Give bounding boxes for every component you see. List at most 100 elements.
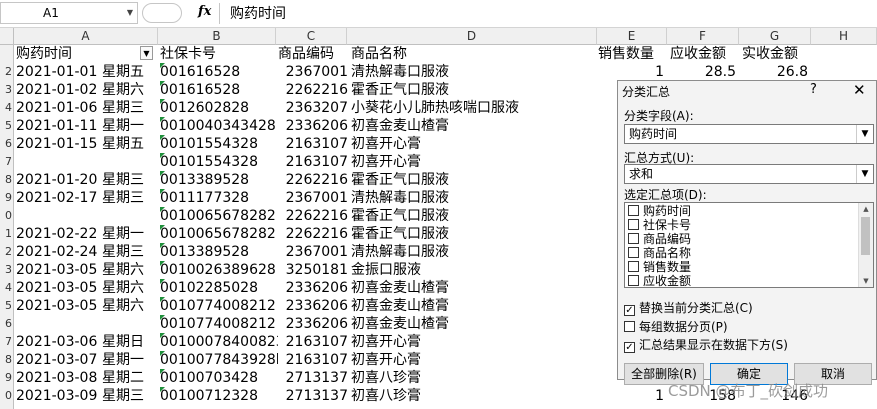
cell-product-name[interactable]: 霍香正气口服液 (351, 81, 596, 99)
column-header-h[interactable]: H (811, 28, 877, 45)
column-header-b[interactable]: B (158, 28, 276, 45)
column-header-e[interactable]: E (597, 28, 667, 45)
summary-function-select[interactable]: 求和 ▼ (624, 164, 874, 184)
cell-product-code[interactable]: 2262216 (278, 171, 348, 189)
cell-weekday[interactable] (102, 153, 158, 171)
checkbox[interactable] (628, 261, 639, 272)
checkbox[interactable]: ✓ (624, 305, 635, 316)
column-header-g[interactable]: G (739, 28, 811, 45)
cell-amount-due[interactable]: 28.5 (670, 63, 736, 81)
cell-product-name[interactable]: 初喜开心膏 (351, 333, 596, 351)
cell-card-no[interactable]: 00101554328 (160, 135, 278, 153)
formula-input[interactable]: 购药时间 (230, 3, 286, 23)
summary-item[interactable]: 应收金额 (628, 275, 691, 287)
cell-card-no[interactable]: 00100703428 (160, 369, 278, 387)
cell-product-code[interactable]: 2367001 (278, 243, 348, 261)
cell-date[interactable]: 2021-01-11 (16, 117, 100, 135)
formula-bar-handle[interactable] (142, 3, 182, 23)
cell-product-code[interactable]: 2363207 (278, 99, 348, 117)
cell-weekday[interactable]: 星期五 (102, 135, 158, 153)
cell-product-code[interactable]: 2713137 (278, 387, 348, 405)
cell-product-code[interactable]: 2262216 (278, 225, 348, 243)
page-break-option[interactable]: 每组数据分页(P) (624, 318, 728, 335)
checkbox[interactable] (628, 205, 639, 216)
cell-date[interactable]: 2021-02-24 (16, 243, 100, 261)
cell-card-no[interactable]: 0013389528 (160, 243, 278, 261)
replace-subtotals-option[interactable]: ✓ 替换当前分类汇总(C) (624, 299, 753, 316)
cell-product-code[interactable]: 2336206 (278, 315, 348, 333)
cell-card-no[interactable]: 001616528 (160, 63, 278, 81)
cell-date[interactable]: 2021-02-17 (16, 189, 100, 207)
cell-product-name[interactable]: 初喜金麦山楂膏 (351, 315, 596, 333)
cell-date[interactable]: 2021-03-05 (16, 297, 100, 315)
cell-product-name[interactable]: 初喜金麦山楂膏 (351, 117, 596, 135)
help-icon[interactable]: ? (810, 82, 817, 97)
cell-weekday[interactable]: 星期一 (102, 225, 158, 243)
column-header-d[interactable]: D (347, 28, 597, 45)
cell-card-no[interactable]: 0010774008212 (160, 297, 278, 315)
summary-item[interactable]: 商品编码 (628, 233, 691, 246)
cell-product-name[interactable]: 初喜开心膏 (351, 351, 596, 369)
filter-dropdown-icon[interactable]: ▼ (140, 46, 153, 60)
scroll-up-icon[interactable]: ▲ (859, 205, 873, 213)
cell-product-name[interactable]: 初喜金麦山楂膏 (351, 279, 596, 297)
cell-card-no[interactable]: 0010065678282 (160, 225, 278, 243)
chevron-down-icon[interactable]: ▼ (856, 165, 873, 183)
cell-weekday[interactable]: 星期五 (102, 63, 158, 81)
column-header-a[interactable]: A (14, 28, 158, 45)
cell-weekday[interactable]: 星期三 (102, 99, 158, 117)
cell-weekday[interactable]: 星期六 (102, 81, 158, 99)
cell-card-no[interactable]: 00100712328 (160, 387, 278, 405)
cell-card-no[interactable]: 00102285028 (160, 279, 278, 297)
cell-product-name[interactable]: 金振口服液 (351, 261, 596, 279)
cell-product-name[interactable]: 初喜八珍膏 (351, 369, 596, 387)
cell-amount-paid[interactable]: 26.8 (742, 63, 808, 81)
cell-card-no[interactable]: 0010065678282 (160, 207, 278, 225)
cell-date[interactable]: 2021-01-15 (16, 135, 100, 153)
summary-below-option[interactable]: ✓ 汇总结果显示在数据下方(S) (624, 336, 788, 353)
header-product-code[interactable]: 商品编码 (278, 45, 348, 63)
cell-product-code[interactable]: 2336206 (278, 297, 348, 315)
cell-date[interactable]: 2021-01-06 (16, 99, 100, 117)
cell-date[interactable] (16, 153, 100, 171)
cell-card-no[interactable]: 0012602828 (160, 99, 278, 117)
summary-item[interactable]: 销售数量 (628, 261, 691, 274)
cell-weekday[interactable]: 星期三 (102, 243, 158, 261)
cell-date[interactable]: 2021-01-01 (16, 63, 100, 81)
cell-product-code[interactable]: 2262216 (278, 207, 348, 225)
cell-product-code[interactable]: 2336206 (278, 117, 348, 135)
cell-weekday[interactable]: 星期三 (102, 171, 158, 189)
cell-card-no[interactable]: 0011177328 (160, 189, 278, 207)
cell-card-no[interactable]: 00100078400823 (160, 333, 278, 351)
cell-sales-qty[interactable]: 1 (598, 387, 664, 405)
cell-date[interactable]: 2021-03-06 (16, 333, 100, 351)
cell-weekday[interactable]: 星期六 (102, 297, 158, 315)
cell-card-no[interactable]: 0010040343428 (160, 117, 278, 135)
header-card-no[interactable]: 社保卡号 (160, 45, 275, 63)
cell-card-no[interactable]: 001616528 (160, 81, 278, 99)
checkbox[interactable] (628, 247, 639, 258)
cell-date[interactable]: 2021-03-08 (16, 369, 100, 387)
summary-items-list[interactable]: 购药时间 社保卡号 商品编码 商品名称 销售数量 应收金额 ▲ ▼ (624, 202, 874, 288)
scroll-down-icon[interactable]: ▼ (859, 277, 873, 285)
checkbox[interactable] (628, 275, 639, 286)
cell-date[interactable] (16, 207, 100, 225)
cell-product-code[interactable]: 2367001 (278, 189, 348, 207)
cell-product-code[interactable]: 2163107 (278, 153, 348, 171)
checkbox[interactable] (628, 219, 639, 230)
cell-product-code[interactable]: 2336206 (278, 279, 348, 297)
cell-weekday[interactable]: 星期三 (102, 189, 158, 207)
header-amount-paid[interactable]: 实收金额 (742, 45, 812, 63)
cell-date[interactable] (16, 315, 100, 333)
cell-product-name[interactable]: 初喜开心膏 (351, 153, 596, 171)
cell-product-name[interactable]: 初喜开心膏 (351, 135, 596, 153)
cell-card-no[interactable]: 00101554328 (160, 153, 278, 171)
cell-weekday[interactable]: 星期一 (102, 117, 158, 135)
cell-product-name[interactable]: 霍香正气口服液 (351, 207, 596, 225)
header-sales-qty[interactable]: 销售数量 (598, 45, 668, 63)
close-icon[interactable]: ✕ (853, 81, 866, 99)
cell-card-no[interactable]: 0010774008212 (160, 315, 278, 333)
cell-weekday[interactable] (102, 207, 158, 225)
cell-product-name[interactable]: 初喜八珍膏 (351, 387, 596, 405)
cell-product-name[interactable]: 清热解毒口服液 (351, 63, 596, 81)
